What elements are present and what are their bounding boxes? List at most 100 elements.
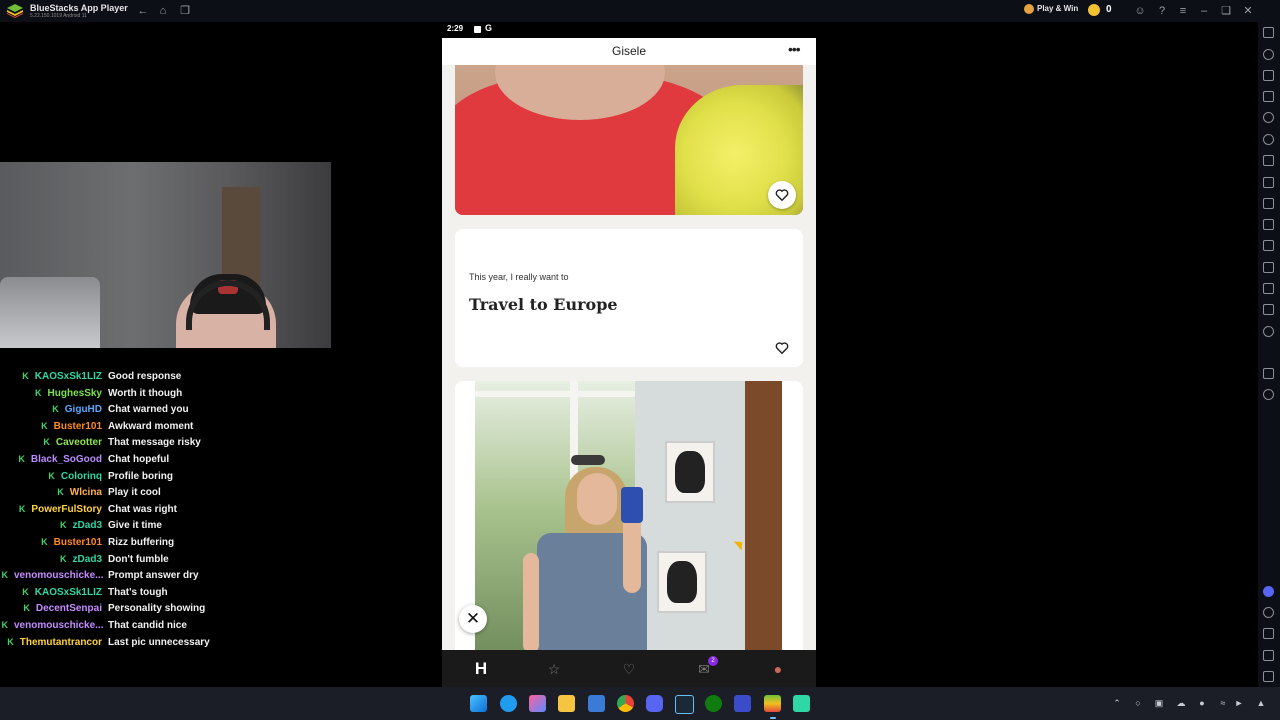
chat-username[interactable]: Caveotter [56, 437, 102, 448]
menu-icon[interactable]: ≡ [1176, 4, 1190, 18]
coin-icon [1088, 4, 1100, 16]
chat-text: Good response [108, 371, 182, 382]
discord-icon[interactable] [1263, 586, 1274, 597]
chat-username[interactable]: HughesSky [48, 388, 102, 399]
chat-text: That's tough [108, 586, 168, 598]
volume-icon[interactable] [1263, 49, 1274, 60]
microphone-icon[interactable]: ● [1197, 698, 1207, 708]
back-icon[interactable]: ← [136, 4, 150, 18]
app-title: BlueStacks App Player [30, 3, 128, 13]
close-icon[interactable]: ✕ [1241, 4, 1255, 18]
steam-icon[interactable] [675, 695, 694, 714]
more-options-icon[interactable]: ••• [788, 41, 801, 57]
eco-mode-icon[interactable] [1263, 304, 1274, 315]
sync-icon[interactable] [1263, 134, 1274, 145]
chat-text: Personality showing [108, 603, 206, 615]
location-icon[interactable] [1263, 326, 1274, 337]
remove-profile-button[interactable]: ✕ [459, 605, 487, 633]
chat-username[interactable]: venomouschicke... [14, 570, 103, 581]
start-icon[interactable] [470, 695, 487, 712]
like-prompt-button[interactable] [768, 334, 796, 362]
multi-instance-icon[interactable] [1263, 240, 1274, 251]
tray-app-icon[interactable]: ▣ [1154, 698, 1164, 708]
webcam-feed [0, 162, 331, 348]
screenshot-icon[interactable] [1263, 198, 1274, 209]
keyboard-icon[interactable] [1263, 70, 1274, 81]
chat-badge-icon: K [23, 603, 30, 614]
fullscreen-icon[interactable] [1263, 27, 1274, 38]
record-icon[interactable] [1263, 219, 1274, 230]
tray-app-icon[interactable]: ☁ [1176, 698, 1186, 708]
settings-icon[interactable] [1263, 607, 1274, 618]
chat-username[interactable]: Buster101 [54, 421, 102, 432]
outlook-icon[interactable] [588, 695, 605, 712]
android-recents-icon[interactable] [1263, 671, 1274, 682]
chat-message: K Caveotter That message risky [0, 434, 200, 450]
discord-taskbar-icon[interactable] [646, 695, 663, 712]
file-explorer-icon[interactable] [558, 695, 575, 712]
play-win-label: Play & Win [1037, 4, 1079, 14]
like-photo-button[interactable] [768, 181, 796, 209]
android-home-icon[interactable] [1263, 650, 1274, 661]
notification-bell-icon[interactable]: ▲ [1256, 698, 1266, 708]
media-folder-icon[interactable] [1263, 262, 1274, 273]
chat-username[interactable]: Wlcina [70, 487, 102, 498]
shake-icon[interactable] [1263, 389, 1274, 400]
apk-install-icon[interactable] [1263, 283, 1274, 294]
chat-username[interactable]: PowerFulStory [31, 504, 102, 515]
maximize-icon[interactable]: ❑ [1219, 4, 1233, 18]
nav-standouts-icon[interactable]: ☆ [544, 659, 564, 679]
edge-icon[interactable] [500, 695, 517, 712]
app-icon[interactable] [734, 695, 751, 712]
profile-photo-card [455, 381, 803, 650]
profile-feed[interactable]: This year, I really want to Travel to Eu… [442, 65, 816, 650]
chat-username[interactable]: KAOSxSk1LIZ [35, 371, 102, 382]
chat-username[interactable]: Buster101 [54, 537, 102, 548]
tray-overflow-icon[interactable]: ⌃ [1112, 698, 1122, 708]
chat-username[interactable]: Black_SoGood [31, 454, 102, 465]
chat-username[interactable]: Themutantrancor [20, 637, 102, 648]
chat-username[interactable]: Colorinq [61, 471, 102, 482]
bluestacks-titlebar: BlueStacks App Player 5.22.150.1019 Andr… [0, 0, 1280, 22]
chat-message: KzDad3 Give it time [0, 517, 162, 533]
nav-likes-icon[interactable]: ♡ [619, 659, 639, 679]
performance-icon[interactable] [1263, 177, 1274, 188]
nav-home-icon[interactable]: H [471, 659, 491, 679]
nav-profile-icon[interactable]: ● [768, 659, 788, 679]
chat-username[interactable]: GiguHD [65, 404, 102, 415]
chat-text: Chat warned you [108, 404, 189, 416]
gamepad-icon[interactable] [1263, 91, 1274, 102]
chat-badge-icon: K [18, 454, 25, 464]
chat-text: Awkward moment [108, 420, 194, 432]
chat-username[interactable]: venomouschicke... [14, 620, 103, 631]
copilot-icon[interactable] [529, 695, 546, 712]
app-icon[interactable] [793, 695, 810, 712]
play-win-button[interactable]: Play & Win [1024, 4, 1078, 14]
rotate-icon[interactable] [1263, 112, 1274, 123]
layers-icon[interactable] [1263, 368, 1274, 379]
chat-username[interactable]: KAOSxSk1LIZ [35, 587, 102, 598]
help-icon[interactable]: ? [1155, 4, 1169, 18]
account-icon[interactable]: ☺ [1133, 4, 1147, 18]
chrome-icon[interactable] [617, 695, 634, 712]
wifi-icon[interactable]: ≈ [1218, 698, 1228, 708]
chat-text: Last pic unnecessary [108, 636, 210, 648]
profile-header: Gisele ••• [442, 38, 816, 65]
profile-photo [475, 381, 782, 650]
chat-username[interactable]: zDad3 [73, 520, 102, 531]
tray-app-icon[interactable]: ○ [1133, 698, 1143, 708]
home-icon[interactable]: ⌂ [156, 4, 170, 18]
volume-tray-icon[interactable]: ► [1234, 698, 1244, 708]
chat-message: K KAOSxSk1LIZ That's tough [0, 584, 168, 600]
android-back-icon[interactable] [1263, 628, 1274, 639]
chat-username[interactable]: DecentSenpai [36, 603, 102, 614]
chat-username[interactable]: zDad3 [73, 554, 102, 565]
macro-icon[interactable] [1263, 155, 1274, 166]
bluestacks-taskbar-icon[interactable] [764, 695, 781, 712]
bluestacks-side-toolbar [1258, 22, 1280, 687]
minimize-icon[interactable]: – [1197, 4, 1211, 18]
tabs-icon[interactable]: ❐ [178, 4, 192, 18]
chat-message: K Wlcina Play it cool [0, 484, 161, 500]
xbox-icon[interactable] [705, 695, 722, 712]
chat-text: Profile boring [108, 470, 173, 482]
